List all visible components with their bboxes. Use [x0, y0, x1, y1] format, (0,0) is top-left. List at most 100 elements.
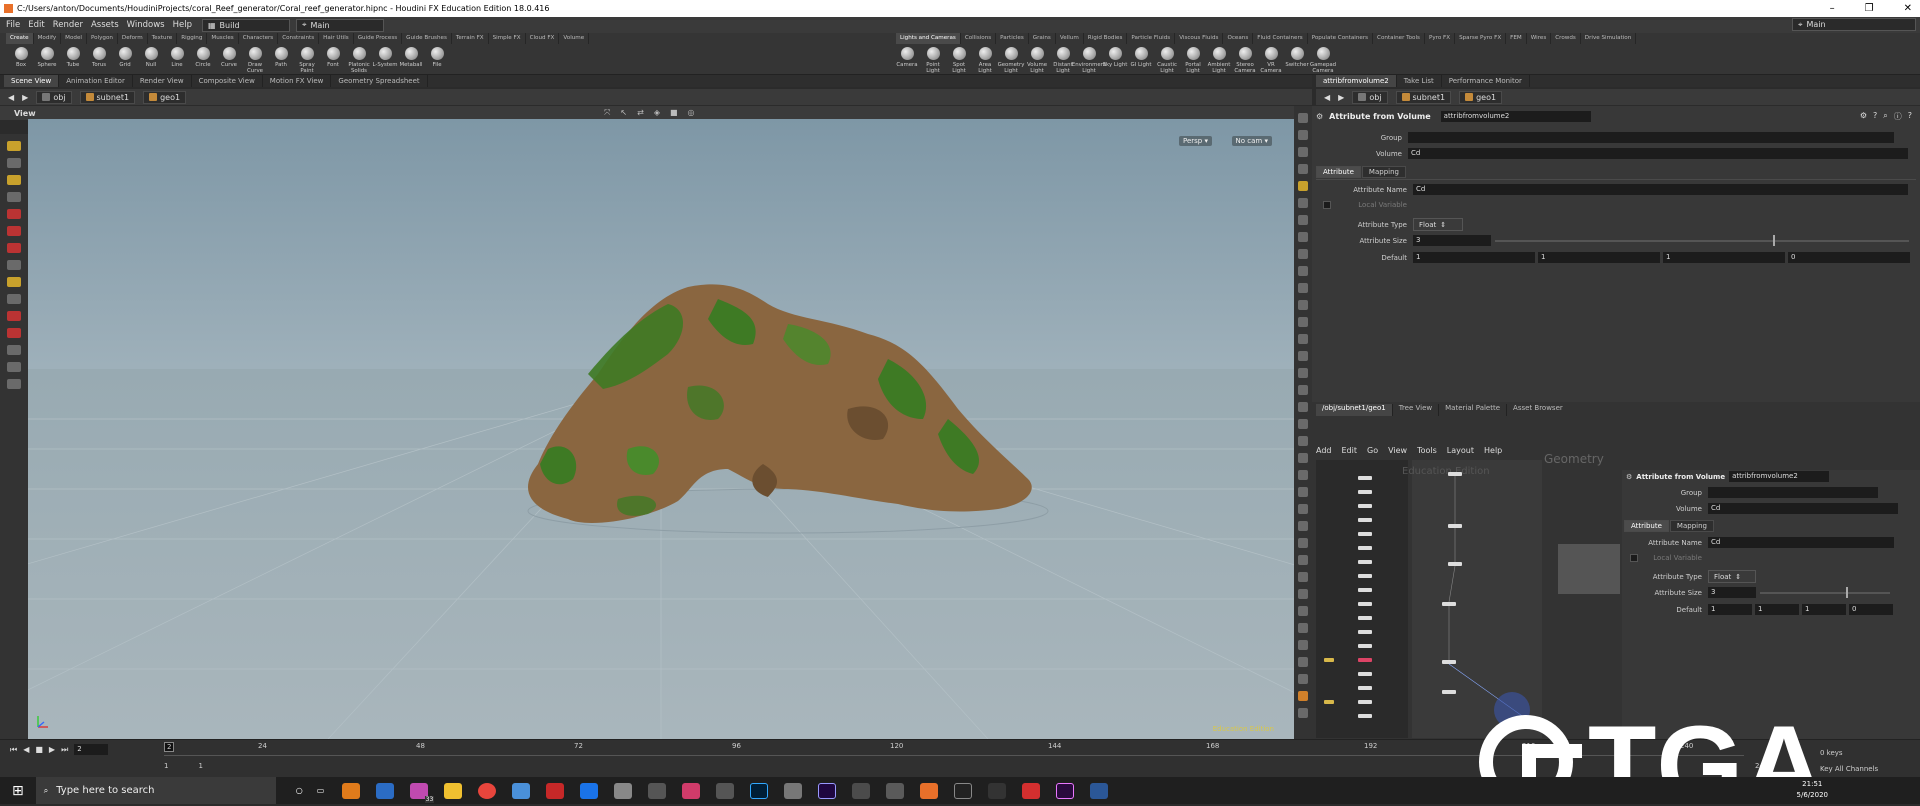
path-subnet[interactable]: subnet1	[79, 90, 136, 104]
shelf-tool[interactable]: GI Light	[1128, 45, 1154, 75]
shelf-tab[interactable]: Hair Utils	[319, 33, 354, 44]
node[interactable]	[1358, 532, 1372, 536]
shelf-tab[interactable]: Model	[61, 33, 87, 44]
windows-start-icon[interactable]: ⊞	[12, 783, 24, 799]
node[interactable]	[1358, 644, 1372, 648]
attribute-type-dropdown[interactable]: Float ⇕	[1708, 570, 1756, 583]
app-icon[interactable]	[1022, 782, 1041, 799]
shelf-tab[interactable]: Grains	[1029, 33, 1056, 44]
display-option-icon[interactable]	[1298, 504, 1308, 514]
path-obj[interactable]: obj	[36, 90, 72, 104]
node[interactable]	[1358, 630, 1372, 634]
network-canvas[interactable]: Education Edition	[1402, 460, 1542, 738]
display-option-icon[interactable]	[1298, 351, 1308, 361]
clock[interactable]: 21:51 5/6/2020	[1797, 779, 1828, 801]
shelf-tool[interactable]: Sphere	[34, 45, 60, 75]
display-option-icon[interactable]	[1298, 453, 1308, 463]
shelf-tab[interactable]: FEM	[1506, 33, 1527, 44]
chrome-icon[interactable]	[478, 782, 497, 799]
close-button[interactable]: ✕	[1904, 3, 1912, 14]
maximize-button[interactable]: ❐	[1865, 3, 1874, 14]
file-explorer-icon[interactable]	[444, 782, 463, 799]
shelf-tab[interactable]: Create	[6, 33, 34, 44]
camera-view-icon[interactable]	[7, 362, 21, 372]
node[interactable]	[1358, 686, 1372, 690]
volume-field[interactable]: Cd	[1408, 148, 1908, 159]
shelf-tool[interactable]: Switcher	[1284, 45, 1310, 75]
app-icon[interactable]	[784, 782, 803, 799]
shelf-tool[interactable]: Environment Light	[1072, 45, 1106, 75]
skip-end-icon[interactable]: ⏭	[61, 745, 68, 755]
app-icon[interactable]	[682, 782, 701, 799]
group-field[interactable]	[1408, 132, 1894, 143]
attribute-type-dropdown[interactable]: Float ⇕	[1413, 218, 1463, 231]
shelf-tab[interactable]: Particle Fluids	[1127, 33, 1176, 44]
blender-icon[interactable]	[342, 782, 361, 799]
default-field-x[interactable]: 1	[1413, 252, 1535, 263]
display-option-icon[interactable]	[1298, 657, 1308, 667]
pane-tab[interactable]: Motion FX View	[263, 75, 332, 87]
tab-network[interactable]: /obj/subnet1/geo1	[1316, 404, 1392, 416]
node[interactable]	[1358, 574, 1372, 578]
shelf-tab[interactable]: Oceans	[1223, 33, 1254, 44]
forward-arrow-icon[interactable]: ▶	[22, 93, 28, 102]
shelf-tab[interactable]: Muscles	[207, 33, 239, 44]
display-option-icon[interactable]	[1298, 640, 1308, 650]
default-field-x[interactable]: 1	[1708, 604, 1752, 615]
shelf-tool[interactable]: Geometry Light	[998, 45, 1024, 75]
shelf-tool[interactable]: Box	[8, 45, 34, 75]
snap-grid-icon[interactable]	[7, 243, 21, 253]
pane-tab[interactable]: attribfromvolume2	[1316, 75, 1397, 87]
display-option-icon[interactable]	[1298, 334, 1308, 344]
slider-handle[interactable]	[1846, 586, 1848, 598]
premiere-icon[interactable]	[1056, 782, 1075, 799]
display-option-icon[interactable]	[1298, 623, 1308, 633]
node[interactable]	[1358, 476, 1372, 480]
display-option-icon[interactable]	[1298, 249, 1308, 259]
shelf-tab[interactable]: Vellum	[1056, 33, 1084, 44]
pose-icon[interactable]	[7, 277, 21, 287]
edge-icon[interactable]	[7, 311, 21, 321]
main-dropdown[interactable]: ⌖ Main	[295, 18, 384, 32]
shelf-tab[interactable]: Viscous Fluids	[1175, 33, 1224, 44]
shelf-tool[interactable]: Area Light	[972, 45, 998, 75]
node[interactable]	[1358, 560, 1372, 564]
shelf-tool[interactable]: Caustic Light	[1154, 45, 1180, 75]
snap-tool-icon[interactable]: ⇄	[637, 108, 644, 118]
shelf-tool[interactable]: Metaball	[398, 45, 424, 75]
display-option-icon[interactable]	[1298, 266, 1308, 276]
shelf-tab[interactable]: Volume	[559, 33, 590, 44]
photoshop-icon[interactable]	[750, 782, 769, 799]
task-view-icon[interactable]: ▭	[317, 786, 325, 795]
tab-tree-view[interactable]: Tree View	[1391, 404, 1438, 416]
tab-attribute[interactable]: Attribute	[1624, 520, 1669, 532]
shelf-tab[interactable]: Terrain FX	[452, 33, 489, 44]
shelf-tab[interactable]: Texture	[148, 33, 178, 44]
back-arrow-icon[interactable]: ◀	[1324, 93, 1330, 102]
menu-assets[interactable]: Assets	[87, 20, 123, 30]
node[interactable]	[1324, 700, 1334, 704]
shelf-tab[interactable]: Deform	[118, 33, 148, 44]
menu-windows[interactable]: Windows	[123, 20, 169, 30]
shelf-tab[interactable]: Rigid Bodies	[1084, 33, 1128, 44]
node[interactable]	[1358, 504, 1372, 508]
after-effects-icon[interactable]	[818, 782, 837, 799]
app-icon[interactable]	[716, 782, 735, 799]
select-mode-icon[interactable]	[7, 141, 21, 151]
display-option-icon[interactable]	[1298, 606, 1308, 616]
shelf-tab[interactable]: Sparse Pyro FX	[1455, 33, 1507, 44]
shelf-tool[interactable]: Volume Light	[1024, 45, 1050, 75]
tab-attribute[interactable]: Attribute	[1316, 166, 1361, 178]
display-option-icon[interactable]	[1298, 589, 1308, 599]
app-icon[interactable]	[512, 782, 531, 799]
node[interactable]	[1358, 700, 1372, 704]
desktop-dropdown[interactable]: ▦ Build	[201, 18, 290, 32]
default-field-y[interactable]: 1	[1538, 252, 1660, 263]
shelf-tool[interactable]: Tube	[60, 45, 86, 75]
stop-icon[interactable]: ■	[35, 745, 43, 754]
menu-file[interactable]: File	[2, 20, 24, 30]
back-arrow-icon[interactable]: ◀	[8, 93, 14, 102]
magnet-icon[interactable]	[7, 226, 21, 236]
shelf-tab[interactable]: Modify	[34, 33, 62, 44]
shelf-tab[interactable]: Rigging	[177, 33, 208, 44]
